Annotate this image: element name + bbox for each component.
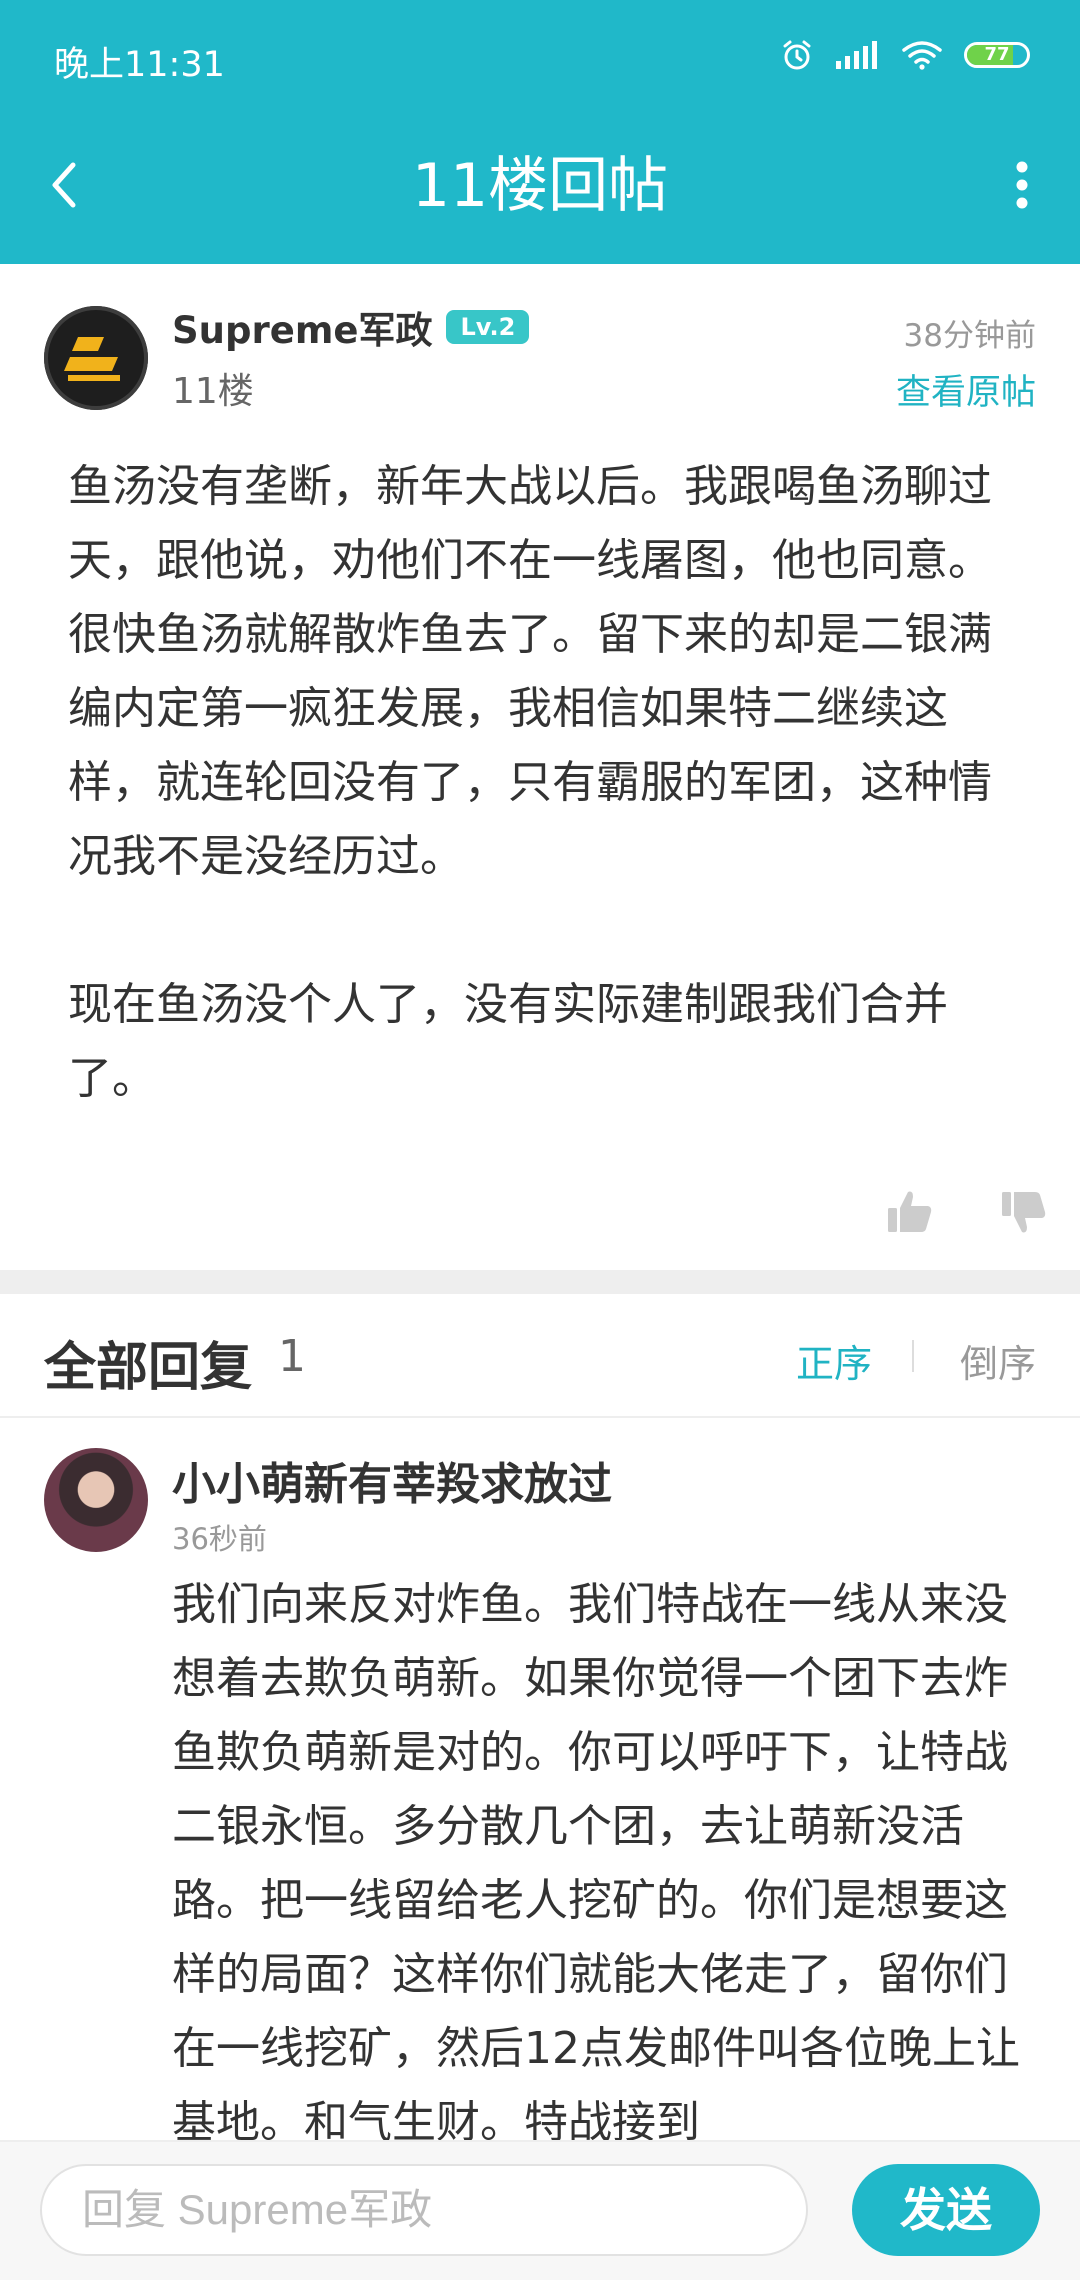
send-button[interactable]: 发送: [852, 2164, 1040, 2256]
sort-descending-tab[interactable]: 倒序: [960, 1333, 1036, 1388]
floor-label: 11楼: [172, 371, 254, 412]
reply-author-name[interactable]: 小小萌新有莘羖求放过: [172, 1448, 612, 1512]
page-title: 11楼回帖: [411, 151, 669, 221]
reply-time: 36秒前: [172, 1522, 267, 1556]
wifi-icon: [902, 41, 942, 70]
alarm-icon: [783, 40, 811, 70]
signal-icon: [836, 41, 877, 69]
section-divider: [0, 1270, 1080, 1294]
status-time: 晚上11:31: [54, 45, 225, 85]
compose-bar: 发送: [0, 2140, 1080, 2280]
battery-icon: 77: [964, 42, 1030, 68]
reply-avatar[interactable]: [44, 1448, 148, 1552]
author-avatar[interactable]: [44, 306, 148, 410]
like-button[interactable]: [886, 1188, 934, 1240]
status-icons: 77: [758, 38, 1030, 72]
sort-ascending-tab[interactable]: 正序: [796, 1333, 872, 1388]
battery-level: 77: [984, 44, 1010, 65]
gold-bar-logo-icon: [64, 337, 120, 381]
thumbs-down-icon: [1002, 1192, 1046, 1233]
replies-divider: [0, 1416, 1080, 1418]
thumbs-up-icon: [888, 1191, 932, 1232]
post-author: Supreme军政 Lv.2: [172, 300, 530, 354]
app-header: 晚上11:31 77 11楼回帖: [0, 0, 1080, 264]
more-vertical-icon: [1016, 161, 1028, 209]
author-name[interactable]: Supreme军政: [172, 300, 432, 354]
level-badge: Lv.2: [446, 310, 530, 344]
reply-input[interactable]: [40, 2164, 808, 2256]
reply-content: 我们向来反对炸鱼。我们特战在一线从来没想着去欺负萌新。如果你觉得一个团下去炸鱼欺…: [172, 1579, 1020, 2148]
post-content: 鱼汤没有垄断，新年大战以后。我跟喝鱼汤聊过天，跟他说，劝他们不在一线屠图，他也同…: [68, 450, 1026, 1116]
replies-count: 1: [278, 1331, 306, 1382]
dislike-button[interactable]: [1000, 1188, 1048, 1240]
sort-separator: [912, 1340, 914, 1372]
post-time: 38分钟前: [903, 318, 1036, 354]
view-original-link[interactable]: 查看原帖: [896, 364, 1036, 415]
replies-title: 全部回复: [44, 1338, 253, 1398]
more-options-button[interactable]: [1002, 150, 1042, 220]
post-paragraph: 现在鱼汤没个人了，没有实际建制跟我们合并了。: [68, 979, 948, 1104]
post-paragraph: 鱼汤没有垄断，新年大战以后。我跟喝鱼汤聊过天，跟他说，劝他们不在一线屠图，他也同…: [68, 461, 992, 882]
